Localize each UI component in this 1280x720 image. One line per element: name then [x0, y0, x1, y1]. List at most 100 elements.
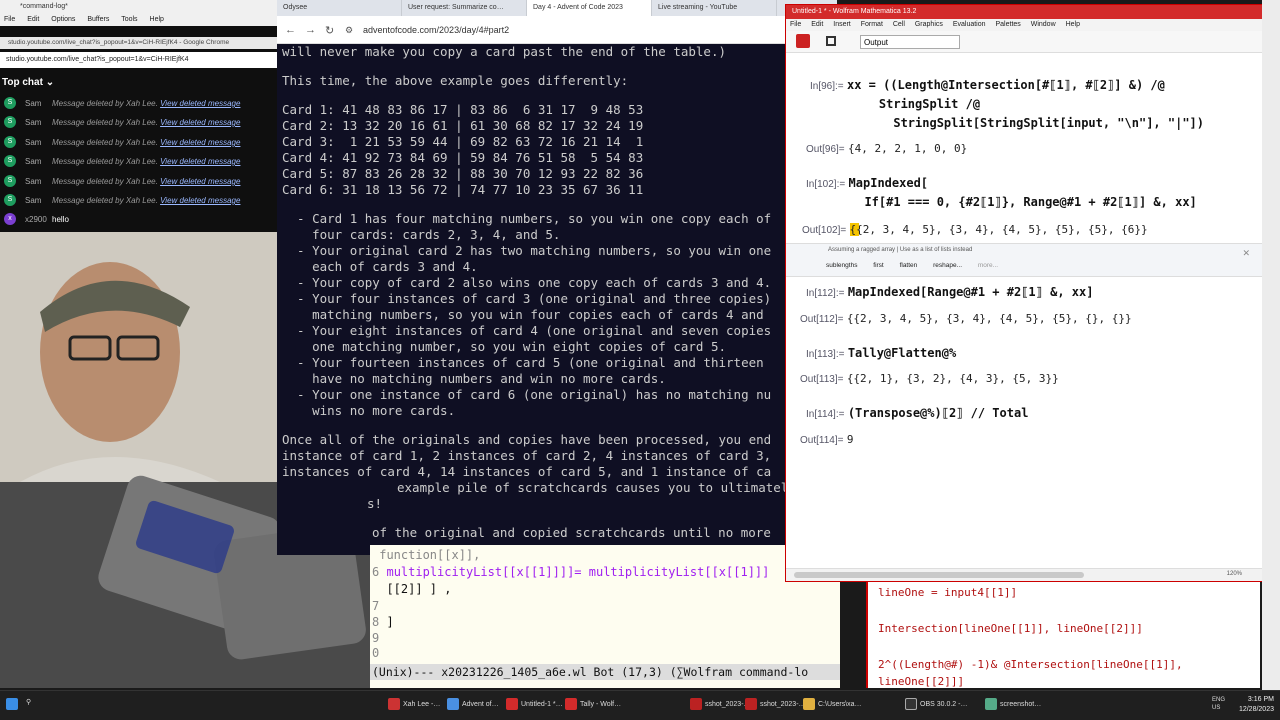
- aoc-line: - Your original card 2 has two matching …: [282, 243, 772, 258]
- taskbar-item[interactable]: screenshot…: [985, 698, 1041, 714]
- chat-window-title: *command-log*: [0, 0, 277, 14]
- emacs-modeline: (Unix)--- x20231226_1405_a6e.wl Bot (17,…: [370, 664, 840, 680]
- suggestion-flatten[interactable]: flatten: [900, 262, 918, 269]
- site-info-icon[interactable]: ⚙: [345, 25, 353, 36]
- scrollbar-thumb[interactable]: [794, 572, 1084, 578]
- input-cell-96-line: StringSplit /@: [850, 97, 981, 111]
- start-icon[interactable]: [6, 698, 21, 714]
- menu-file[interactable]: File: [790, 21, 801, 28]
- input-cell-96[interactable]: In[96]:= xx = ((Length@Intersection[#⟦1⟧…: [810, 78, 1165, 92]
- taskbar-item[interactable]: Xah Lee -…: [388, 698, 440, 714]
- aoc-puzzle-text: will never make you copy a card past the…: [277, 44, 837, 555]
- suggestion-note: Assuming a ragged array | Use as a list …: [828, 247, 973, 253]
- menu-edit[interactable]: Edit: [27, 16, 39, 23]
- horizontal-scrollbar[interactable]: 120%: [786, 568, 1262, 581]
- menu-help[interactable]: Help: [150, 16, 164, 23]
- close-icon[interactable]: ✕: [1242, 248, 1250, 259]
- menu-buffers[interactable]: Buffers: [87, 16, 109, 23]
- tab-odysee[interactable]: Odysee: [277, 0, 402, 16]
- aoc-line: s!: [367, 496, 383, 511]
- avatar: S: [4, 136, 16, 148]
- aoc-line: - Card 1 has four matching numbers, so y…: [282, 211, 772, 226]
- menu-options[interactable]: Options: [51, 16, 75, 23]
- menu-window[interactable]: Window: [1031, 21, 1056, 28]
- tab-advent-of-code[interactable]: Day 4 - Advent of Code 2023: [527, 0, 652, 16]
- zoom-level[interactable]: 120%: [1227, 571, 1242, 577]
- menu-tools[interactable]: Tools: [121, 16, 137, 23]
- chat-text: Message deleted by Xah Lee. View deleted…: [52, 118, 241, 127]
- tab-live-streaming[interactable]: Live streaming - YouTube: [652, 0, 777, 16]
- taskbar-item[interactable]: sshot_2023-…: [690, 698, 751, 714]
- aoc-line: instance of card 1, 2 instances of card …: [282, 448, 772, 463]
- avatar: S: [4, 175, 16, 187]
- menu-evaluation[interactable]: Evaluation: [953, 21, 986, 28]
- aoc-line: - Your one instance of card 6 (one origi…: [282, 387, 772, 402]
- input-cell-102[interactable]: In[102]:= MapIndexed[: [806, 176, 928, 190]
- right-edge-scrollbar[interactable]: [1262, 0, 1280, 690]
- aoc-line: will never make you copy a card past the…: [282, 44, 727, 59]
- wolfram-logo-icon: [796, 34, 810, 48]
- youtube-chat-window: *command-log* File Edit Options Buffers …: [0, 0, 277, 232]
- taskbar-item[interactable]: sshot_2023-…: [745, 698, 806, 714]
- menu-palettes[interactable]: Palettes: [995, 21, 1020, 28]
- chat-author: Sam: [25, 118, 42, 127]
- view-deleted-link[interactable]: View deleted message: [160, 157, 240, 166]
- clock[interactable]: 3:16 PM 12/28/2023: [1239, 695, 1274, 715]
- view-deleted-link[interactable]: View deleted message: [160, 118, 240, 127]
- suggestions-bar: Assuming a ragged array | Use as a list …: [786, 243, 1262, 277]
- input-cell-114[interactable]: In[114]:= (Transpose@%)⟦2⟧ // Total: [806, 406, 1028, 420]
- url-input[interactable]: adventofcode.com/2023/day/4#part2: [363, 25, 509, 35]
- language-indicator[interactable]: ENG US: [1212, 696, 1225, 712]
- taskbar-item[interactable]: C:\Users\xa…: [803, 698, 862, 714]
- aoc-line: one matching number, so you win eight co…: [282, 339, 727, 354]
- aoc-card-line: Card 5: 87 83 26 28 32 | 88 30 70 12 93 …: [282, 166, 644, 181]
- output-cell-114: Out[114]= 9: [800, 433, 854, 446]
- view-deleted-link[interactable]: View deleted message: [160, 196, 240, 205]
- menu-file[interactable]: File: [4, 16, 15, 23]
- chat-author: x2900: [25, 215, 47, 224]
- forward-icon[interactable]: →: [305, 24, 316, 36]
- top-chat-label: Top chat: [2, 77, 43, 88]
- mathematica-menu: File Edit Insert Format Cell Graphics Ev…: [786, 19, 1262, 31]
- chat-text: Message deleted by Xah Lee. View deleted…: [52, 196, 241, 205]
- code-line: lineOne[[2]]]: [878, 675, 965, 688]
- menu-graphics[interactable]: Graphics: [915, 21, 943, 28]
- menu-cell[interactable]: Cell: [893, 21, 905, 28]
- output-cell-96: Out[96]= {4, 2, 2, 1, 0, 0}: [806, 142, 968, 155]
- input-cell-113[interactable]: In[113]:= Tally@Flatten@%: [806, 346, 956, 360]
- chat-text: Message deleted by Xah Lee. View deleted…: [52, 99, 241, 108]
- stop-icon[interactable]: [826, 36, 836, 46]
- back-icon[interactable]: ←: [285, 24, 296, 36]
- view-deleted-link[interactable]: View deleted message: [160, 177, 240, 186]
- search-icon[interactable]: ⚲: [26, 698, 31, 714]
- input-cell-112[interactable]: In[112]:= MapIndexed[Range@#1 + #2⟦1⟧ &,…: [806, 285, 1093, 299]
- menu-help[interactable]: Help: [1066, 21, 1080, 28]
- aoc-line: - Your eight instances of card 4 (one or…: [282, 323, 772, 338]
- reload-icon[interactable]: ↻: [325, 24, 334, 37]
- view-deleted-link[interactable]: View deleted message: [160, 138, 240, 147]
- chat-url-bar[interactable]: studio.youtube.com/live_chat?is_popout=1…: [0, 52, 277, 68]
- view-deleted-link[interactable]: View deleted message: [160, 99, 240, 108]
- menu-edit[interactable]: Edit: [811, 21, 823, 28]
- top-chat-dropdown[interactable]: Top chat ⌄: [2, 77, 54, 88]
- avatar: S: [4, 97, 16, 109]
- avatar: S: [4, 116, 16, 128]
- taskbar-item[interactable]: Untitled-1 *…: [506, 698, 563, 714]
- suggestion-sublengths[interactable]: sublengths: [826, 262, 857, 269]
- suggestion-more[interactable]: more...: [978, 262, 998, 269]
- menu-insert[interactable]: Insert: [833, 21, 851, 28]
- suggestion-reshape[interactable]: reshape...: [933, 262, 962, 269]
- suggestion-first[interactable]: first: [873, 262, 883, 269]
- aoc-line: matching numbers, so you win four copies…: [282, 307, 764, 322]
- aoc-line: example pile of scratchcards causes you …: [397, 480, 796, 495]
- taskbar-item[interactable]: OBS 30.0.2 -…: [905, 698, 967, 714]
- tab-user-request[interactable]: User request: Summarize co…: [402, 0, 527, 16]
- cell-style-select[interactable]: Output: [860, 35, 960, 49]
- output-cell-102: Out[102]= {{2, 3, 4, 5}, {3, 4}, {4, 5},…: [802, 223, 1148, 236]
- code-line: 0: [372, 646, 380, 660]
- second-notebook[interactable]: lineOne = input4[[1]] Intersection[lineO…: [866, 582, 1260, 688]
- chevron-down-icon: ⌄: [45, 77, 55, 88]
- taskbar-item[interactable]: Advent of…: [447, 698, 499, 714]
- menu-format[interactable]: Format: [861, 21, 883, 28]
- taskbar-item[interactable]: Tally - Wolf…: [565, 698, 621, 714]
